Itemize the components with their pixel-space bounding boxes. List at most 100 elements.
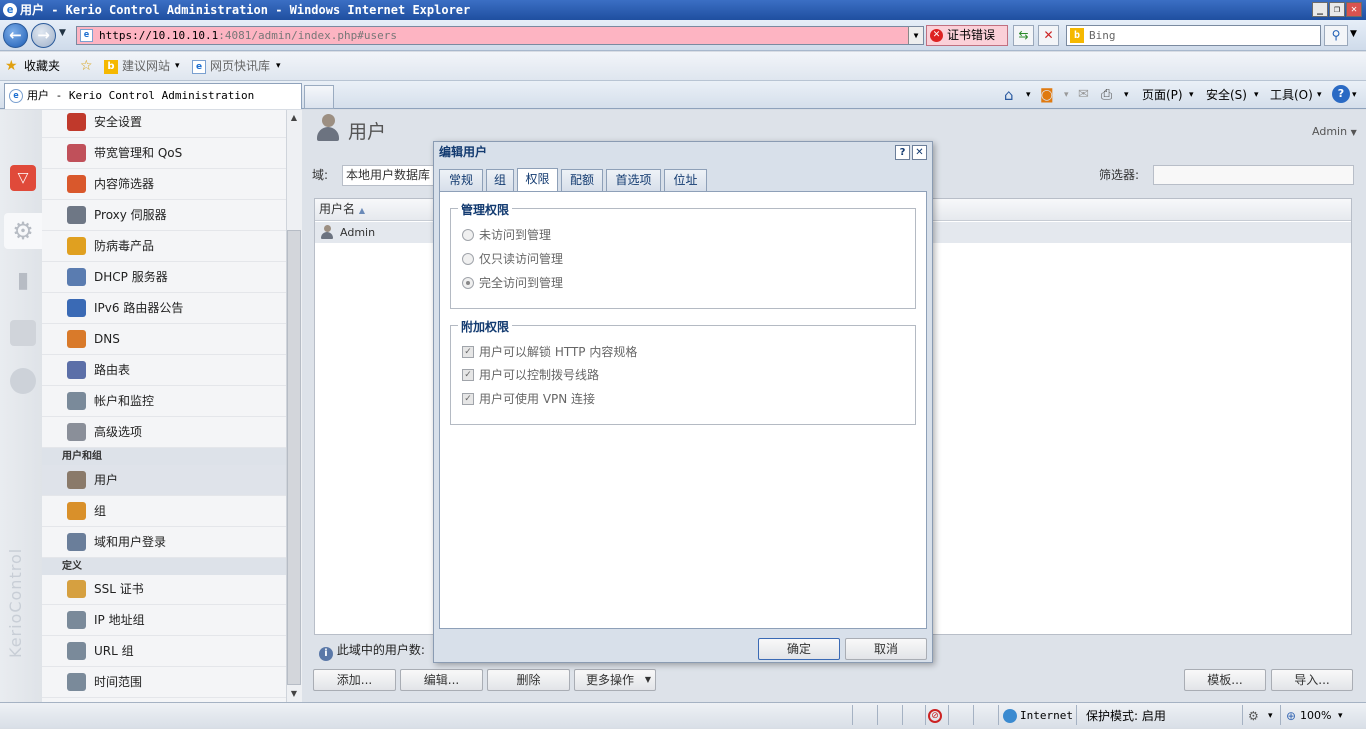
search-input[interactable]: b Bing xyxy=(1066,25,1321,46)
home-icon[interactable]: ⌂ xyxy=(1004,81,1014,109)
dialog-tab[interactable]: 常规 xyxy=(439,169,483,191)
checkbox-unlock-http[interactable]: ✓ 用户可以解锁 HTTP 内容规格 xyxy=(462,344,637,360)
edit-button[interactable]: 编辑... xyxy=(400,669,483,691)
tools-menu-dropdown-icon[interactable]: ▾ xyxy=(1317,81,1322,109)
sidebar-item[interactable]: SSL 证书 xyxy=(42,574,286,605)
more-actions-label: 更多操作 xyxy=(586,673,635,687)
template-button[interactable]: 模板... xyxy=(1184,669,1266,691)
statistics-section-icon[interactable]: ▮ xyxy=(10,268,36,294)
domain-select[interactable]: 本地用户数据库 xyxy=(342,165,434,186)
scroll-down-arrow-icon[interactable]: ▼ xyxy=(287,686,301,702)
search-options-icon[interactable]: ▼ xyxy=(1350,29,1357,39)
sidebar-item-icon xyxy=(67,175,86,193)
help-icon[interactable]: ? xyxy=(1332,85,1350,103)
sidebar-item[interactable]: DHCP 服务器 xyxy=(42,262,286,293)
ok-button[interactable]: 确定 xyxy=(758,638,840,660)
dialog-tab[interactable]: 配额 xyxy=(561,169,603,191)
new-tab-button[interactable] xyxy=(304,85,334,109)
minimize-button[interactable]: _ xyxy=(1312,2,1328,17)
dialog-tab[interactable]: 权限 xyxy=(517,168,558,191)
add-button[interactable]: 添加... xyxy=(313,669,396,691)
sidebar-item[interactable]: URL 组 xyxy=(42,636,286,667)
dialog-tab[interactable]: 位址 xyxy=(664,169,707,191)
status-section-icon[interactable] xyxy=(10,368,36,394)
stop-button[interactable]: ✕ xyxy=(1038,25,1059,46)
zone-settings-icon[interactable]: ⚙ xyxy=(1248,703,1259,729)
back-button[interactable]: ← xyxy=(3,23,28,48)
page-menu-dropdown-icon[interactable]: ▾ xyxy=(1189,81,1194,109)
page-menu[interactable]: 页面(P) xyxy=(1142,81,1183,109)
zoom-dropdown-icon[interactable]: ▾ xyxy=(1338,703,1343,729)
sidebar-item[interactable]: Proxy 伺服器 xyxy=(42,200,286,231)
refresh-button[interactable]: ⇆ xyxy=(1013,25,1034,46)
feeds-icon[interactable]: ◙ xyxy=(1040,81,1054,109)
sidebar-item[interactable]: 组 xyxy=(42,496,286,527)
configuration-section-tab[interactable]: ⚙ xyxy=(4,213,42,249)
zoom-level[interactable]: 100% xyxy=(1300,703,1331,729)
radio-read-only[interactable]: 仅只读访问管理 xyxy=(462,251,563,267)
read-mail-icon[interactable]: ✉ xyxy=(1078,81,1089,109)
sidebar-item[interactable]: IPv6 路由器公告 xyxy=(42,293,286,324)
cancel-button[interactable]: 取消 xyxy=(845,638,927,660)
dialog-help-icon[interactable]: ? xyxy=(895,145,910,160)
admin-menu[interactable]: Admin ▼ xyxy=(1312,125,1357,138)
scroll-up-arrow-icon[interactable]: ▲ xyxy=(287,110,301,126)
sidebar-item[interactable]: 域和用户登录 xyxy=(42,527,286,558)
close-window-button[interactable]: ✕ xyxy=(1346,2,1362,17)
checkbox-vpn-control[interactable]: ✓ xyxy=(462,393,474,405)
logs-section-icon[interactable] xyxy=(10,320,36,346)
tools-menu[interactable]: 工具(O) xyxy=(1270,81,1313,109)
sidebar-item[interactable]: 内容筛选器 xyxy=(42,169,286,200)
dialog-tab[interactable]: 首选项 xyxy=(606,169,661,191)
sidebar-item[interactable]: 时间范围 xyxy=(42,667,286,698)
checkbox-vpn[interactable]: ✓ 用户可使用 VPN 连接 xyxy=(462,391,595,407)
browser-tab-active[interactable]: e 用户 - Kerio Control Administration xyxy=(4,83,302,109)
sidebar-item[interactable]: 帐户和监控 xyxy=(42,386,286,417)
address-bar[interactable]: e https://10.10.10.1:4081/admin/index.ph… xyxy=(76,26,924,45)
import-button[interactable]: 导入... xyxy=(1271,669,1353,691)
web-slice-link[interactable]: 网页快讯库 xyxy=(210,52,270,81)
zone-settings-dropdown-icon[interactable]: ▾ xyxy=(1268,703,1273,729)
blocked-icon[interactable]: ⊘ xyxy=(928,709,942,723)
address-dropdown-icon[interactable]: ▼ xyxy=(908,27,923,44)
add-favorite-icon[interactable]: ☆ xyxy=(80,52,93,81)
sidebar-item[interactable]: DNS xyxy=(42,324,286,355)
print-icon[interactable]: ⎙ xyxy=(1101,81,1112,109)
feeds-dropdown-icon[interactable]: ▾ xyxy=(1064,81,1069,109)
dialog-tab[interactable]: 组 xyxy=(486,169,514,191)
safety-menu-dropdown-icon[interactable]: ▾ xyxy=(1254,81,1259,109)
safety-menu[interactable]: 安全(S) xyxy=(1206,81,1247,109)
maximize-button[interactable]: ❐ xyxy=(1329,2,1345,17)
checkbox-dialup[interactable]: ✓ 用户可以控制拨号线路 xyxy=(462,367,599,383)
radio-full-access[interactable]: 完全访问到管理 xyxy=(462,275,563,291)
checkbox-dialup-control[interactable]: ✓ xyxy=(462,369,474,381)
suggested-sites-link[interactable]: 建议网站 xyxy=(122,52,170,81)
sidebar-item[interactable]: 用户 xyxy=(42,465,286,496)
sidebar-item[interactable]: 带宽管理和 QoS xyxy=(42,138,286,169)
radio-read-only-control[interactable] xyxy=(462,253,474,265)
web-slice-dropdown-icon[interactable]: ▾ xyxy=(276,52,281,81)
checkbox-unlock-http-control[interactable]: ✓ xyxy=(462,346,474,358)
print-dropdown-icon[interactable]: ▾ xyxy=(1124,81,1129,109)
forward-button[interactable]: → xyxy=(31,23,56,48)
favorites-button[interactable]: 收藏夹 xyxy=(24,52,60,81)
filter-input[interactable] xyxy=(1153,165,1354,185)
sidebar-item[interactable]: 防病毒产品 xyxy=(42,231,286,262)
security-section-icon[interactable]: ▽ xyxy=(10,165,36,191)
certificate-error-button[interactable]: ✕ 证书错误 xyxy=(926,25,1008,46)
sidebar-item[interactable]: IP 地址组 xyxy=(42,605,286,636)
dialog-close-icon[interactable]: ✕ xyxy=(912,145,927,160)
radio-full-access-control[interactable] xyxy=(462,277,474,289)
history-dropdown-icon[interactable]: ▼ xyxy=(59,28,66,38)
suggested-sites-dropdown-icon[interactable]: ▾ xyxy=(175,52,180,81)
sidebar-item[interactable]: 高级选项 xyxy=(42,417,286,448)
sidebar-item[interactable]: 安全设置 xyxy=(42,110,286,138)
radio-no-access-control[interactable] xyxy=(462,229,474,241)
delete-button[interactable]: 删除 xyxy=(487,669,570,691)
radio-no-access[interactable]: 未访问到管理 xyxy=(462,227,551,243)
search-button[interactable]: ⚲ xyxy=(1324,25,1348,46)
more-actions-button[interactable]: 更多操作 ▼ xyxy=(574,669,656,691)
sidebar-item[interactable]: 路由表 xyxy=(42,355,286,386)
home-dropdown-icon[interactable]: ▾ xyxy=(1026,81,1031,109)
help-dropdown-icon[interactable]: ▾ xyxy=(1352,81,1357,109)
